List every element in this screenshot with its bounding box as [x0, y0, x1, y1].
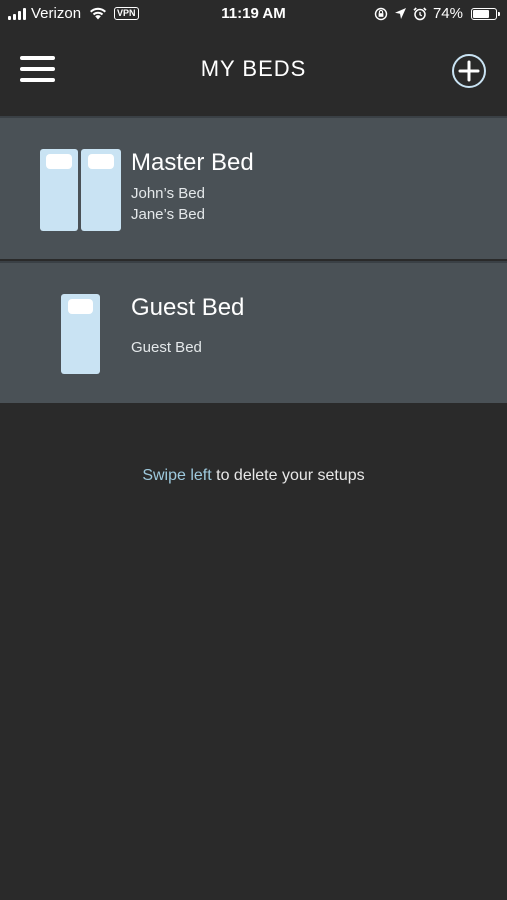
alarm-icon — [413, 6, 427, 20]
bed-side-label: Jane’s Bed — [131, 206, 205, 223]
status-bar: Verizon VPN 11:19 AM 74% — [0, 0, 507, 28]
status-right: 74% — [374, 5, 500, 22]
bed-row-guest[interactable]: Guest Bed Guest Bed — [0, 261, 507, 403]
bed-name: Guest Bed — [131, 294, 245, 321]
bed-side-label: John’s Bed — [131, 185, 205, 202]
location-arrow-icon — [394, 8, 406, 19]
bed-side-label: Guest Bed — [131, 339, 202, 356]
add-circle-icon[interactable] — [451, 53, 487, 89]
single-bed-icon — [61, 294, 100, 374]
page-title: MY BEDS — [200, 56, 307, 81]
bed-name: Master Bed — [131, 149, 254, 176]
nav-bar: MY BEDS — [0, 28, 507, 116]
split-bed-icon — [40, 149, 121, 231]
battery-level-fill — [473, 9, 490, 18]
screen-lock-icon — [374, 7, 388, 20]
bed-row-master[interactable]: Master Bed John’s Bed Jane’s Bed — [0, 116, 507, 259]
swipe-hint-text: to delete your setups — [211, 467, 365, 484]
bed-list: Master Bed John’s Bed Jane’s Bed Guest B… — [0, 116, 507, 403]
swipe-hint: Swipe left to delete your setups — [0, 467, 507, 485]
battery-percent: 74% — [432, 5, 463, 22]
battery-icon — [471, 7, 500, 20]
swipe-hint-accent: Swipe left — [142, 467, 212, 484]
screen: Verizon VPN 11:19 AM 74% MY BEDS Master … — [0, 0, 507, 900]
